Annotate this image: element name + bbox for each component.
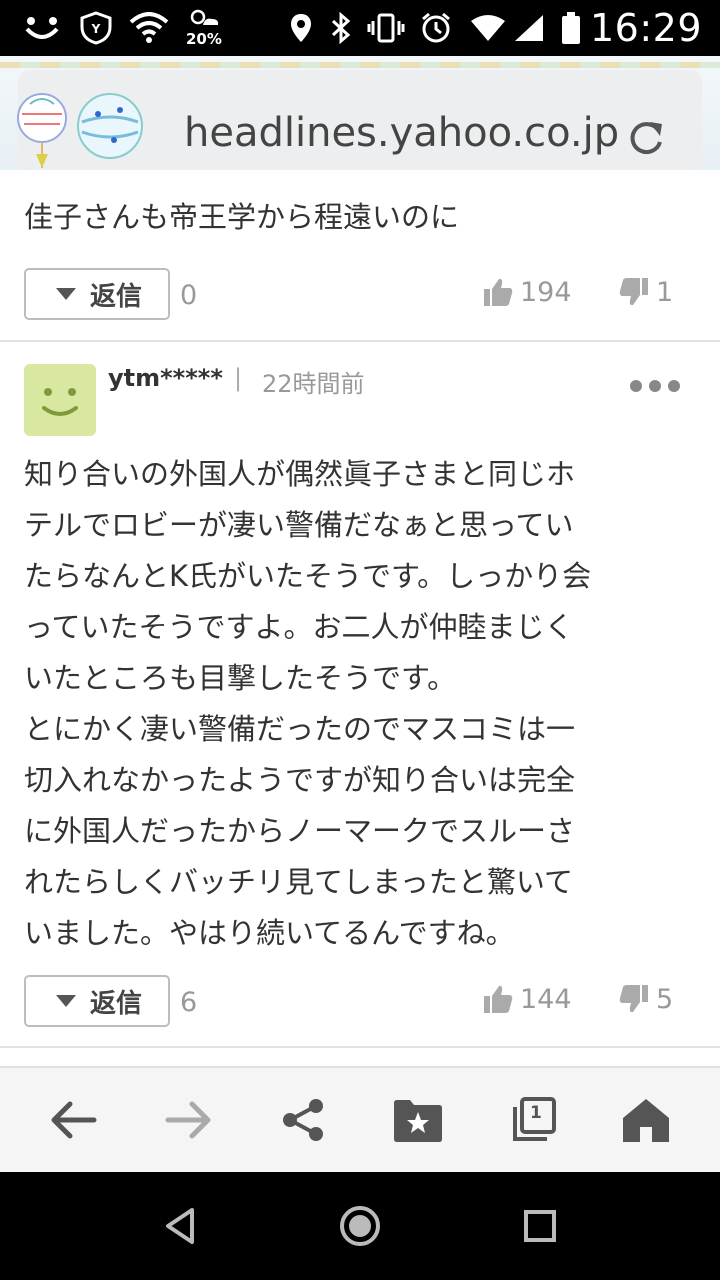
wifi-signal-icon bbox=[468, 10, 508, 46]
status-bar: Y 20% 16:29 bbox=[0, 0, 720, 56]
reply-label: 返信 bbox=[90, 281, 143, 312]
dislike-button[interactable]: 5 bbox=[618, 983, 673, 1015]
like-count: 144 bbox=[520, 983, 572, 1015]
reply-button[interactable]: 返信 bbox=[24, 975, 170, 1027]
comment-line: 知り合いの外国人が偶然眞子さまと同じホ bbox=[24, 457, 576, 491]
chevron-down-icon bbox=[56, 995, 76, 1007]
wifi-icon bbox=[128, 10, 170, 46]
reply-button[interactable]: 返信 bbox=[24, 268, 170, 320]
alarm-icon bbox=[418, 10, 454, 46]
yahoo-shield-icon: Y bbox=[78, 10, 114, 46]
separator: | bbox=[234, 364, 243, 392]
divider bbox=[0, 340, 720, 342]
comment-line: たらなんとK氏がいたそうです。しっかり会 bbox=[24, 559, 592, 593]
nav-back-icon[interactable] bbox=[154, 1200, 206, 1252]
smile-app-icon bbox=[22, 10, 62, 46]
thumbs-down-icon bbox=[619, 985, 648, 1013]
username[interactable]: ytm***** bbox=[108, 364, 223, 392]
clock: 16:29 bbox=[589, 6, 702, 50]
comment-line: っていたそうですよ。お二人が仲睦まじく bbox=[24, 610, 574, 644]
header-decoration bbox=[0, 62, 720, 68]
tab-count: 1 bbox=[530, 1103, 542, 1123]
browser-header: headlines.yahoo.co.jp bbox=[0, 56, 720, 170]
reply-count: 0 bbox=[180, 280, 198, 311]
thumbs-up-icon bbox=[484, 985, 513, 1013]
browser-toolbar: 1 bbox=[0, 1066, 720, 1172]
share-icon[interactable] bbox=[276, 1092, 332, 1148]
more-options-icon[interactable] bbox=[630, 376, 680, 396]
back-arrow-icon[interactable] bbox=[46, 1092, 102, 1148]
reply-count: 6 bbox=[180, 987, 198, 1018]
like-button[interactable]: 194 bbox=[482, 276, 572, 308]
reload-icon[interactable] bbox=[626, 118, 666, 158]
url-text: headlines.yahoo.co.jp bbox=[184, 110, 620, 156]
comment-line: とにかく凄い警備だったのでマスコミは一 bbox=[24, 712, 576, 746]
thumbs-down-icon bbox=[619, 278, 648, 306]
dislike-count: 1 bbox=[656, 276, 674, 308]
like-button[interactable]: 144 bbox=[482, 983, 572, 1015]
comment-body: 知り合いの外国人が偶然眞子さまと同じホ テルでロビーが凄い警備だなぁと思ってい … bbox=[24, 449, 704, 959]
comment-line: れたらしくバッチリ見てしまったと驚いて bbox=[24, 865, 573, 899]
battery-icon bbox=[558, 10, 584, 46]
cell-signal-icon bbox=[512, 10, 546, 46]
divider bbox=[0, 1046, 720, 1048]
comment-body: 佳子さんも帝王学から程遠いのに bbox=[24, 200, 460, 234]
dislike-button[interactable]: 1 bbox=[618, 276, 673, 308]
chevron-down-icon bbox=[56, 288, 76, 300]
smiley-avatar-icon bbox=[42, 388, 78, 416]
system-nav-bar bbox=[0, 1172, 720, 1280]
avatar[interactable] bbox=[24, 364, 96, 436]
home-icon[interactable] bbox=[618, 1092, 674, 1148]
weather-icon bbox=[186, 6, 222, 30]
comment-line: 切入れなかったようですが知り合いは完全 bbox=[24, 763, 576, 797]
forward-arrow-icon[interactable] bbox=[160, 1092, 216, 1148]
location-icon bbox=[286, 10, 316, 46]
comment-line: いました。やはり続いてるんですね。 bbox=[24, 916, 515, 950]
svg-text:Y: Y bbox=[91, 22, 101, 36]
wind-chime-icon bbox=[12, 90, 72, 170]
comment-line: に外国人だったからノーマークでスルーさ bbox=[24, 814, 576, 848]
reply-label: 返信 bbox=[90, 988, 143, 1019]
nav-home-icon[interactable] bbox=[334, 1200, 386, 1252]
battery-percent: 20% bbox=[186, 30, 222, 48]
wind-chime-icon bbox=[74, 90, 146, 170]
bluetooth-icon bbox=[328, 10, 354, 46]
url-bar[interactable]: headlines.yahoo.co.jp bbox=[17, 70, 702, 170]
like-count: 194 bbox=[520, 276, 572, 308]
dislike-count: 5 bbox=[656, 983, 674, 1015]
nav-recents-icon[interactable] bbox=[514, 1200, 566, 1252]
vibrate-icon bbox=[366, 10, 406, 46]
tabs-icon[interactable]: 1 bbox=[506, 1092, 562, 1148]
bookmark-folder-icon[interactable] bbox=[390, 1092, 446, 1148]
comment-line: テルでロビーが凄い警備だなぁと思ってい bbox=[24, 508, 574, 542]
comment-line: いたところも目撃したそうです。 bbox=[24, 661, 457, 695]
thumbs-up-icon bbox=[484, 278, 513, 306]
timestamp: 22時間前 bbox=[262, 370, 365, 398]
